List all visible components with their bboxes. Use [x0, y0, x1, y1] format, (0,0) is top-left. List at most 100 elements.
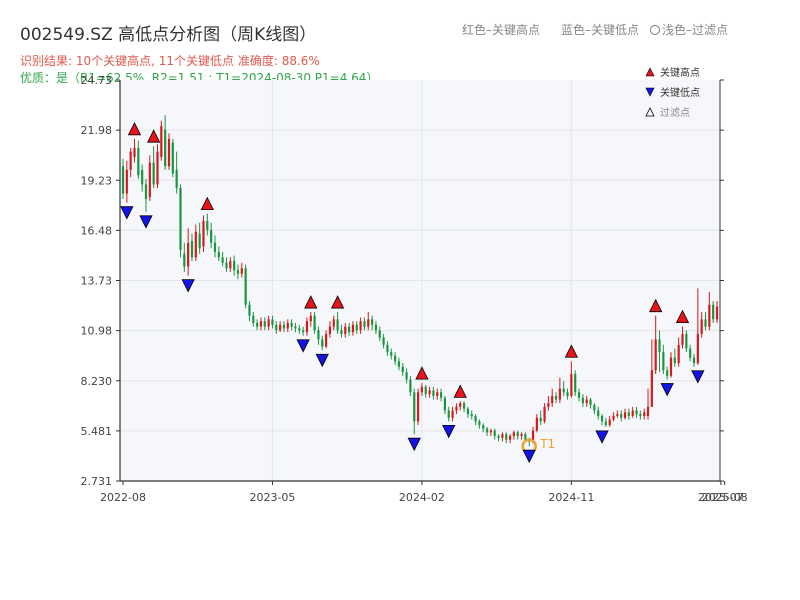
candle-body	[600, 415, 604, 422]
candle-body	[325, 333, 328, 347]
candle-body	[390, 352, 393, 356]
y-tick-label: 21.98	[81, 124, 113, 137]
candle-body	[317, 330, 320, 340]
candle-body	[202, 220, 205, 247]
candle-body	[501, 434, 504, 438]
candle-body	[424, 386, 427, 395]
candle-body	[294, 326, 297, 329]
candle-body	[589, 399, 592, 406]
candle-body	[478, 421, 481, 426]
candle-body	[643, 412, 646, 416]
candle-body	[455, 406, 458, 411]
candle-body	[160, 126, 163, 158]
candle-body	[462, 403, 466, 409]
candle-body	[681, 333, 684, 345]
candle-body	[348, 326, 351, 333]
candle-body	[359, 321, 362, 331]
candle-body	[271, 319, 274, 325]
candle-body	[512, 432, 515, 436]
candle-body	[516, 432, 519, 436]
candle-body	[574, 374, 577, 393]
candle-body	[397, 361, 401, 367]
candle-body	[639, 414, 642, 416]
candle-body	[236, 270, 240, 274]
candle-body	[187, 242, 190, 267]
candle-body	[627, 412, 630, 416]
candle-body	[367, 319, 370, 327]
candle-body	[413, 392, 416, 422]
legend-label: 关键高点	[660, 66, 700, 79]
candle-body	[635, 410, 638, 415]
y-tick-label: 13.73	[81, 275, 113, 288]
candlestick-chart: 2.731 5.481 8.230 10.98 13.73 16.48 19.23 21.98…	[81, 66, 748, 504]
candle-body	[416, 392, 420, 422]
candle-body	[677, 344, 680, 364]
candle-body	[225, 262, 228, 269]
legend-label: 关键低点	[660, 86, 700, 99]
candle-body	[489, 430, 492, 433]
candle-body	[428, 390, 431, 395]
candle-body	[623, 412, 627, 418]
x-tick-label: 2022-08	[100, 491, 146, 504]
candle-body	[689, 348, 692, 358]
candle-body	[562, 388, 565, 393]
candle-body	[662, 352, 665, 371]
candle-body	[612, 415, 615, 420]
candle-body	[286, 322, 289, 329]
y-tick-label: 24.73	[81, 74, 113, 87]
candle-body	[436, 392, 439, 396]
candle-body	[616, 414, 619, 416]
candle-body	[256, 322, 259, 327]
candle-body	[267, 319, 270, 327]
candle-body	[547, 403, 550, 407]
candle-body	[252, 315, 255, 323]
candle-body	[447, 410, 450, 418]
candle-body	[386, 344, 389, 353]
candle-body	[336, 319, 339, 331]
y-tick-label: 16.48	[81, 224, 113, 237]
x-tick-label: 2024-02	[399, 491, 445, 504]
y-tick-label: 10.98	[81, 325, 113, 338]
candle-body	[282, 324, 286, 329]
candle-body	[650, 370, 653, 407]
candle-body	[646, 406, 650, 416]
candle-body	[482, 425, 485, 429]
candle-body	[298, 328, 301, 331]
x-tick-label: 2025-08	[702, 491, 748, 504]
candle-body	[673, 357, 676, 364]
candle-body	[321, 339, 324, 347]
candle-body	[175, 169, 178, 189]
candle-body	[470, 414, 473, 416]
candle-body	[551, 395, 554, 404]
candle-body	[275, 324, 278, 331]
candle-body	[233, 261, 236, 271]
y-tick-label: 2.731	[81, 475, 113, 488]
candle-body	[620, 414, 623, 418]
candle-body	[290, 322, 293, 327]
highlight-label: T1	[539, 437, 555, 451]
candle-body	[370, 319, 374, 325]
candle-body	[217, 251, 220, 258]
x-tick-label: 2024-11	[548, 491, 594, 504]
y-tick-label: 8.230	[81, 375, 113, 388]
candle-body	[554, 395, 558, 400]
candle-body	[190, 240, 194, 258]
candle-body	[508, 435, 512, 440]
candle-body	[125, 169, 128, 194]
candle-body	[309, 315, 312, 322]
candle-body	[493, 430, 496, 436]
candle-body	[439, 392, 443, 398]
candle-body	[213, 242, 217, 252]
candle-body	[524, 434, 527, 440]
candle-body	[340, 330, 343, 334]
candle-body	[221, 257, 224, 263]
candle-body	[459, 403, 462, 407]
candle-body	[604, 421, 607, 426]
candle-body	[597, 410, 600, 416]
candle-body	[313, 315, 316, 331]
candle-body	[332, 319, 335, 327]
candle-body	[432, 390, 435, 396]
candle-body	[374, 324, 378, 331]
candle-body	[505, 434, 508, 440]
candle-body	[152, 162, 155, 185]
